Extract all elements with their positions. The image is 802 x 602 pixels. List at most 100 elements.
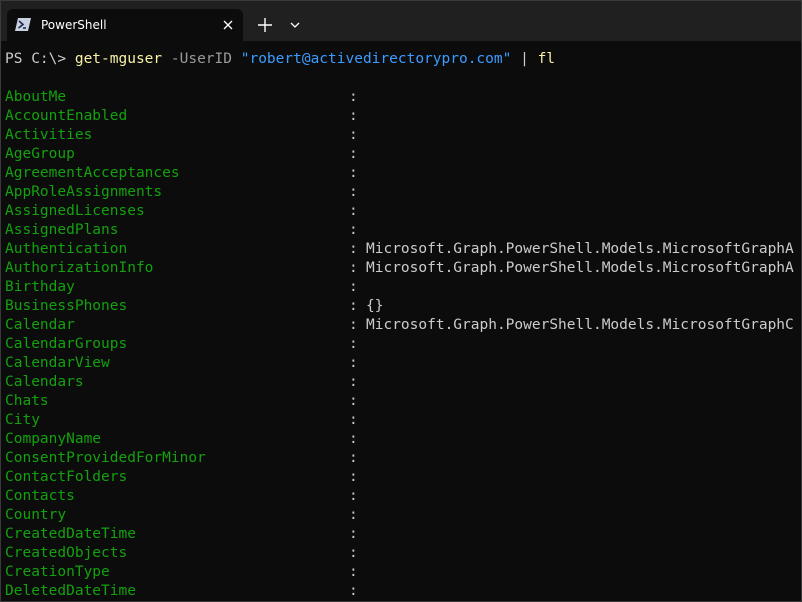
property-row: CalendarGroups: xyxy=(5,335,801,354)
property-name: Birthday xyxy=(5,279,75,295)
property-separator: : xyxy=(349,431,358,447)
property-row: Birthday: xyxy=(5,278,801,297)
property-separator: : xyxy=(349,260,358,276)
property-name: AssignedLicenses xyxy=(5,203,145,219)
property-separator: : xyxy=(349,222,358,238)
property-separator: : xyxy=(349,336,358,352)
tab-title: PowerShell xyxy=(41,18,107,32)
property-name: AboutMe xyxy=(5,89,67,105)
property-separator: : xyxy=(349,450,358,466)
property-value: Microsoft.Graph.PowerShell.Models.Micros… xyxy=(366,317,794,333)
property-name: AppRoleAssignments xyxy=(5,184,163,200)
property-value: {} xyxy=(366,298,384,314)
property-row: CompanyName: xyxy=(5,430,801,449)
terminal-window: PowerShell PS C:\> get-mguser -UserID "r… xyxy=(0,0,802,602)
property-separator: : xyxy=(349,526,358,542)
property-name: Contacts xyxy=(5,488,75,504)
property-name: Activities xyxy=(5,127,93,143)
property-row: Activities: xyxy=(5,126,801,145)
terminal-output[interactable]: PS C:\> get-mguser -UserID "robert@activ… xyxy=(1,41,801,601)
property-row: BusinessPhones: {} xyxy=(5,297,801,316)
plus-icon[interactable] xyxy=(257,17,273,33)
property-row: Calendar: Microsoft.Graph.PowerShell.Mode… xyxy=(5,316,801,335)
property-separator: : xyxy=(349,355,358,371)
property-value: Microsoft.Graph.PowerShell.Models.Micros… xyxy=(366,241,794,257)
property-name: Authentication xyxy=(5,241,128,257)
property-row: Contacts: xyxy=(5,487,801,506)
property-name: DeletedDateTime xyxy=(5,583,136,599)
close-icon[interactable] xyxy=(221,18,235,32)
property-separator: : xyxy=(349,184,358,200)
command-line: PS C:\> get-mguser -UserID "robert@activ… xyxy=(5,50,801,69)
property-row: Calendars: xyxy=(5,373,801,392)
property-row: AgeGroup: xyxy=(5,145,801,164)
property-separator: : xyxy=(349,203,358,219)
prompt: PS C:\> xyxy=(5,51,67,67)
property-name: CalendarView xyxy=(5,355,110,371)
property-separator: : xyxy=(349,146,358,162)
property-name: CreationType xyxy=(5,564,110,580)
chevron-down-icon[interactable] xyxy=(289,21,301,29)
property-name: CreatedDateTime xyxy=(5,526,136,542)
property-separator: : xyxy=(349,241,358,257)
property-separator: : xyxy=(349,279,358,295)
property-separator: : xyxy=(349,317,358,333)
property-separator: : xyxy=(349,298,358,314)
property-separator: : xyxy=(349,165,358,181)
property-row: AgreementAcceptances: xyxy=(5,164,801,183)
property-separator: : xyxy=(349,374,358,390)
property-name: AccountEnabled xyxy=(5,108,128,124)
property-row: Authentication: Microsoft.Graph.PowerShel… xyxy=(5,240,801,259)
property-name: CreatedObjects xyxy=(5,545,128,561)
property-separator: : xyxy=(349,412,358,428)
property-row: AccountEnabled: xyxy=(5,107,801,126)
property-row: DeletedDateTime: xyxy=(5,582,801,601)
tab-powershell[interactable]: PowerShell xyxy=(7,9,243,41)
property-row: City: xyxy=(5,411,801,430)
property-name: City xyxy=(5,412,40,428)
property-separator: : xyxy=(349,545,358,561)
property-name: CalendarGroups xyxy=(5,336,128,352)
property-separator: : xyxy=(349,393,358,409)
property-separator: : xyxy=(349,469,358,485)
powershell-icon xyxy=(15,18,31,31)
parameter: -UserID xyxy=(170,51,232,67)
property-separator: : xyxy=(349,108,358,124)
property-name: Country xyxy=(5,507,67,523)
property-name: AgeGroup xyxy=(5,146,75,162)
property-row: CreatedObjects: xyxy=(5,544,801,563)
cmdlet: get-mguser xyxy=(74,51,163,67)
property-row: ContactFolders: xyxy=(5,468,801,487)
property-value: Microsoft.Graph.PowerShell.Models.Micros… xyxy=(366,260,794,276)
property-row: Country: xyxy=(5,506,801,525)
property-name: BusinessPhones xyxy=(5,298,128,314)
property-separator: : xyxy=(349,127,358,143)
property-row: Chats: xyxy=(5,392,801,411)
property-separator: : xyxy=(349,89,358,105)
property-row: AssignedLicenses: xyxy=(5,202,801,221)
property-separator: : xyxy=(349,507,358,523)
property-separator: : xyxy=(349,564,358,580)
property-row: ConsentProvidedForMinor: xyxy=(5,449,801,468)
property-row: AppRoleAssignments: xyxy=(5,183,801,202)
property-list: AboutMe: AccountEnabled: Activities: AgeGro… xyxy=(5,88,801,601)
format-list-alias: fl xyxy=(537,51,556,67)
property-row: AssignedPlans: xyxy=(5,221,801,240)
property-name: AuthorizationInfo xyxy=(5,260,154,276)
property-row: CreationType: xyxy=(5,563,801,582)
property-name: Chats xyxy=(5,393,49,409)
property-name: AgreementAcceptances xyxy=(5,165,180,181)
property-row: CreatedDateTime: xyxy=(5,525,801,544)
pipe-operator: | xyxy=(520,51,529,67)
property-name: ConsentProvidedForMinor xyxy=(5,450,206,466)
property-name: ContactFolders xyxy=(5,469,128,485)
property-row: CalendarView: xyxy=(5,354,801,373)
title-bar: PowerShell xyxy=(1,1,801,41)
property-separator: : xyxy=(349,488,358,504)
property-name: Calendars xyxy=(5,374,84,390)
property-name: AssignedPlans xyxy=(5,222,119,238)
property-row: AuthorizationInfo: Microsoft.Graph.PowerS… xyxy=(5,259,801,278)
property-name: CompanyName xyxy=(5,431,102,447)
property-row: AboutMe: xyxy=(5,88,801,107)
